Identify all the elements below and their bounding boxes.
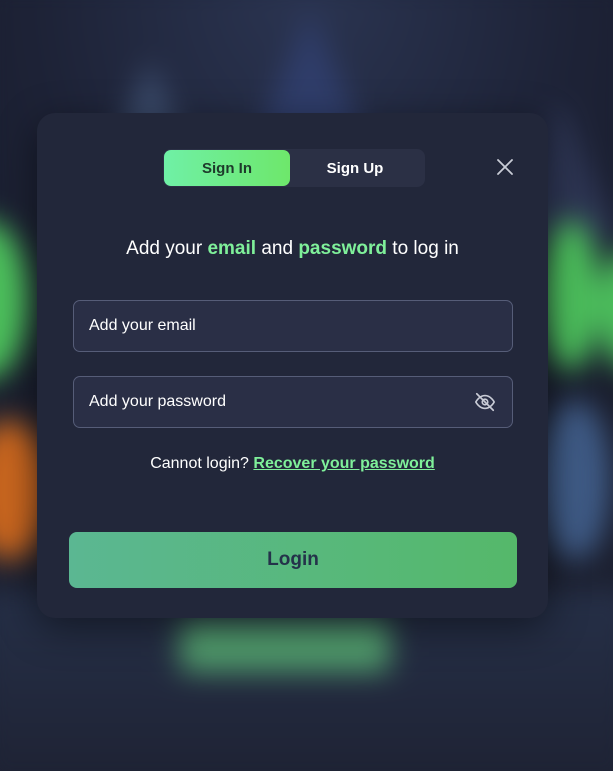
recover-prompt: Cannot login? [150,455,254,472]
recover-row: Cannot login? Recover your password [37,455,548,473]
eye-off-icon[interactable] [474,391,496,413]
email-field-wrapper [73,300,513,352]
heading-middle: and [256,238,299,259]
background-deposit-button [180,620,390,672]
tab-sign-in[interactable]: Sign In [164,150,290,186]
heading-prefix: Add your [126,238,208,259]
heading-suffix: to log in [387,238,459,259]
close-icon[interactable] [495,157,515,177]
login-button[interactable]: Login [69,532,517,588]
password-field-wrapper [73,376,513,428]
heading-email-word: email [207,238,257,259]
login-heading: Add your email and password to log in [37,238,548,260]
email-field[interactable] [89,301,459,351]
password-field[interactable] [89,377,459,427]
tab-sign-up[interactable]: Sign Up [292,150,418,186]
heading-password-word: password [298,238,388,259]
recover-password-link[interactable]: Recover your password [253,455,434,472]
auth-tabs: Sign In Sign Up [163,149,425,187]
login-modal: Sign In Sign Up Add your email and passw… [37,113,548,618]
